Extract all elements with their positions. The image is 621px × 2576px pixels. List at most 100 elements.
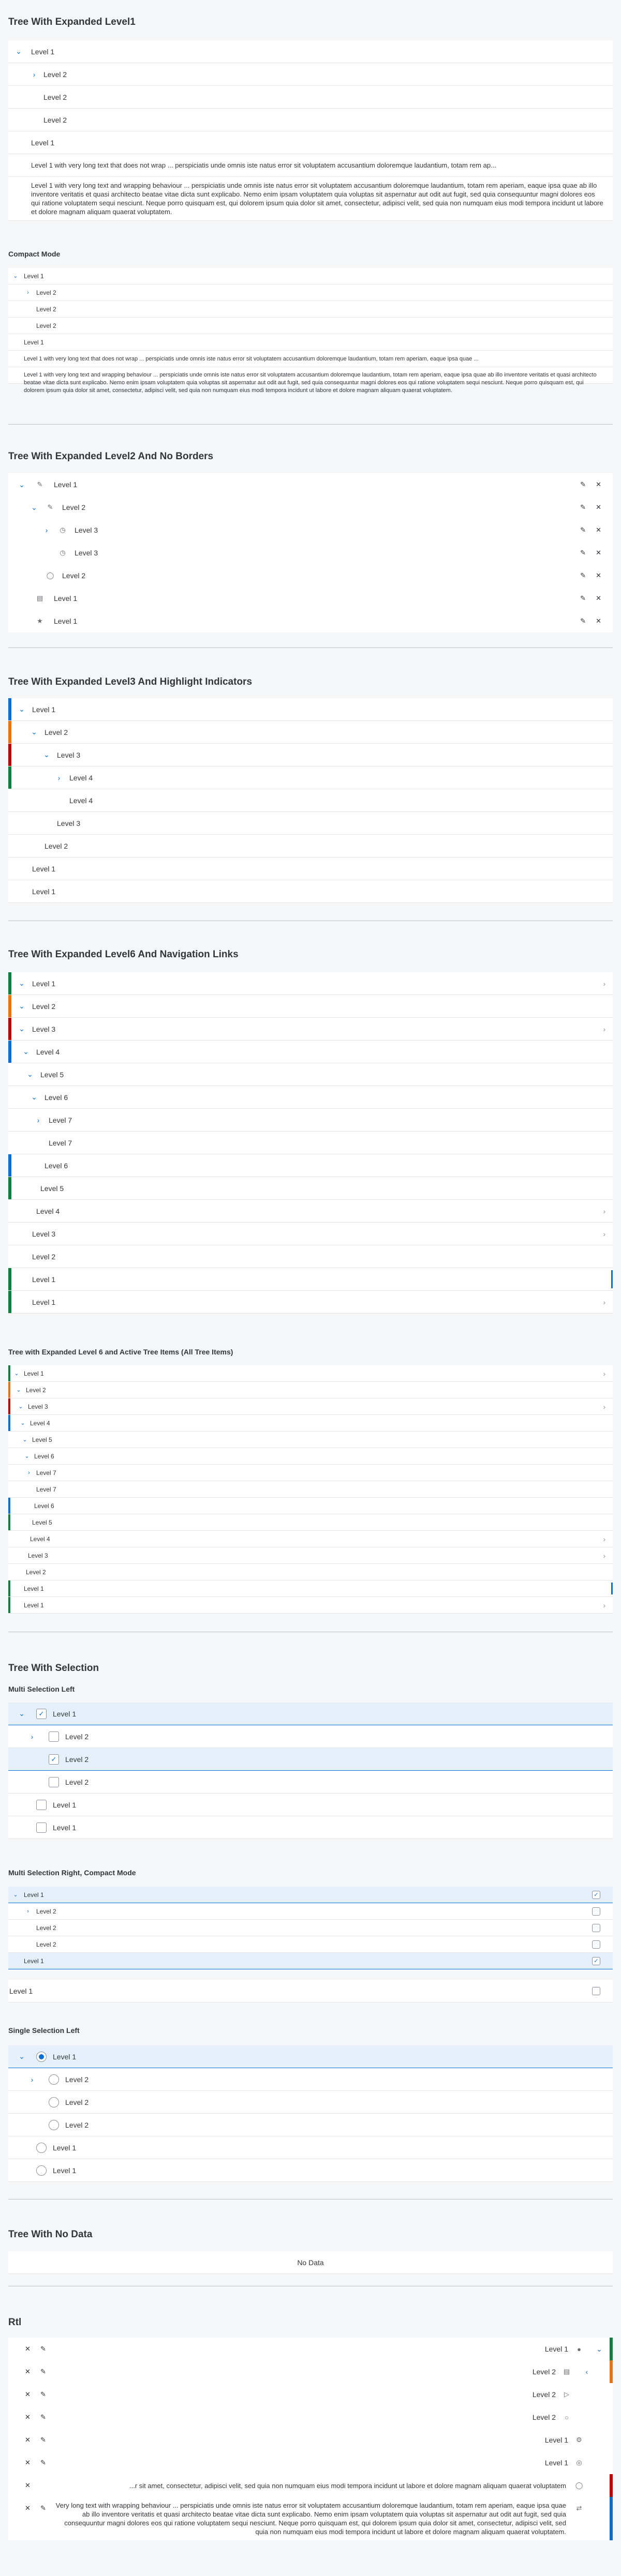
- tree-item[interactable]: Level 7: [8, 1481, 613, 1498]
- tree-item[interactable]: › Level 7: [8, 1465, 613, 1481]
- radio-selected[interactable]: [36, 2051, 47, 2062]
- navigation-arrow-icon[interactable]: ›: [603, 1298, 605, 1306]
- tree-item[interactable]: ⌄ ✓ Level 1: [8, 1703, 613, 1725]
- close-icon[interactable]: ✕: [596, 549, 601, 557]
- tree-item[interactable]: Level 1: [8, 1580, 613, 1597]
- edit-icon[interactable]: ✎: [580, 549, 586, 557]
- edit-icon[interactable]: ✎: [40, 2459, 46, 2467]
- close-icon[interactable]: ✕: [25, 2436, 31, 2444]
- tree-item[interactable]: Level 4 ›: [8, 1200, 613, 1223]
- tree-item[interactable]: ⌄ Level 1: [8, 2045, 613, 2068]
- close-icon[interactable]: ✕: [596, 526, 601, 534]
- tree-item[interactable]: › Level 4: [8, 766, 613, 789]
- tree-item[interactable]: Level 3: [8, 812, 613, 835]
- radio[interactable]: [36, 2165, 47, 2176]
- radio[interactable]: [49, 2119, 59, 2130]
- tree-item[interactable]: Level 1: [8, 334, 613, 351]
- tree-item[interactable]: › ◷ Level 3 ✎ ✕: [8, 519, 613, 541]
- tree-item[interactable]: ⌄ Level 2: [8, 995, 613, 1018]
- tree-item[interactable]: ⌄ ✎ Level 1 ✎ ✕: [8, 473, 613, 496]
- chevron-down-icon[interactable]: ⌄: [593, 2343, 605, 2355]
- chevron-left-icon[interactable]: ‹: [581, 2366, 593, 2378]
- radio[interactable]: [49, 2074, 59, 2085]
- navigation-arrow-icon[interactable]: ›: [603, 980, 605, 988]
- close-icon[interactable]: ✕: [25, 2390, 31, 2399]
- chevron-down-icon[interactable]: ⌄: [28, 501, 40, 514]
- chevron-down-icon[interactable]: ⌄: [12, 1369, 21, 1378]
- tree-item[interactable]: Level 2: [8, 2114, 613, 2136]
- tree-item[interactable]: Level 1: [8, 1816, 613, 1839]
- tree-item[interactable]: Level 2: [8, 2091, 613, 2114]
- tree-item-wrapping[interactable]: Level 1 with very long text and wrapping…: [8, 367, 613, 394]
- tree-item[interactable]: Level 4: [8, 789, 613, 812]
- tree-item[interactable]: Level 1: [8, 1794, 613, 1816]
- tree-item[interactable]: Level 1 ›: [8, 1291, 613, 1314]
- tree-item[interactable]: Level 5: [8, 1514, 613, 1531]
- tree-item-truncated[interactable]: Level 1 with very long text that does no…: [8, 154, 613, 177]
- close-icon[interactable]: ✕: [25, 2368, 31, 2376]
- checkbox[interactable]: [36, 1799, 47, 1810]
- edit-icon[interactable]: ✎: [40, 2436, 46, 2444]
- chevron-right-icon[interactable]: ›: [40, 524, 53, 536]
- tree-item[interactable]: › Level 2: [8, 1725, 613, 1748]
- chevron-down-icon[interactable]: ⌄: [20, 1046, 32, 1058]
- chevron-down-icon[interactable]: ⌄: [16, 1708, 28, 1720]
- navigation-arrow-icon[interactable]: ›: [603, 1551, 605, 1560]
- close-icon[interactable]: ✕: [25, 2481, 31, 2490]
- tree-item[interactable]: Level 1: [8, 1268, 613, 1291]
- chevron-right-icon[interactable]: ›: [32, 1114, 45, 1126]
- tree-item[interactable]: ⌄ Level 1: [8, 40, 613, 63]
- tree-item[interactable]: Level 1: [8, 2136, 613, 2159]
- close-icon[interactable]: ✕: [25, 2459, 31, 2467]
- edit-icon[interactable]: ✎: [580, 480, 586, 489]
- tree-item[interactable]: ⌄ Level 4: [8, 1041, 613, 1063]
- chevron-down-icon[interactable]: ⌄: [11, 272, 20, 280]
- edit-icon[interactable]: ✎: [580, 526, 586, 534]
- close-icon[interactable]: ✕: [25, 2345, 31, 2353]
- tree-item[interactable]: ⌄ Level 6: [8, 1086, 613, 1109]
- tree-item[interactable]: ✕ ✎ Level 2 ▤ ‹: [8, 2360, 613, 2383]
- tree-item-truncated[interactable]: Level 1 with very long text that does no…: [8, 351, 613, 367]
- chevron-right-icon[interactable]: ›: [24, 289, 32, 297]
- edit-icon[interactable]: ✎: [580, 617, 586, 625]
- navigation-arrow-icon[interactable]: ›: [603, 1601, 605, 1609]
- tree-item[interactable]: Level 2: [8, 86, 613, 109]
- close-icon[interactable]: ✕: [596, 617, 601, 625]
- edit-icon[interactable]: ✎: [40, 2345, 46, 2353]
- tree-item[interactable]: Level 5: [8, 1177, 613, 1200]
- tree-item[interactable]: Level 1: [8, 880, 613, 903]
- tree-item[interactable]: ★ Level 1 ✎ ✕: [8, 610, 613, 632]
- checkbox[interactable]: [592, 1940, 600, 1949]
- edit-icon[interactable]: ✎: [40, 2368, 46, 2376]
- chevron-right-icon[interactable]: ›: [25, 1469, 33, 1477]
- tree-item[interactable]: ⌄ Level 3: [8, 744, 613, 766]
- chevron-down-icon[interactable]: ⌄: [11, 1891, 20, 1899]
- tree-item[interactable]: Level 2: [8, 301, 613, 318]
- edit-icon[interactable]: ✎: [580, 594, 586, 602]
- chevron-down-icon[interactable]: ⌄: [12, 46, 25, 58]
- close-icon[interactable]: ✕: [596, 571, 601, 580]
- chevron-right-icon[interactable]: ›: [26, 2073, 38, 2086]
- tree-item[interactable]: ⌄ Level 4: [8, 1415, 613, 1432]
- tree-item-wrapping[interactable]: Level 1 with very long text and wrapping…: [8, 177, 613, 221]
- tree-item[interactable]: Level 4 ›: [8, 1531, 613, 1547]
- tree-item[interactable]: Level 2: [8, 318, 613, 334]
- tree-item[interactable]: ◷ Level 3 ✎ ✕: [8, 541, 613, 564]
- tree-item[interactable]: Level 1: [8, 1980, 613, 2002]
- chevron-down-icon[interactable]: ⌄: [28, 1091, 40, 1104]
- tree-item[interactable]: Level 1: [8, 2159, 613, 2182]
- close-icon[interactable]: ✕: [596, 480, 601, 489]
- close-icon[interactable]: ✕: [25, 2413, 31, 2421]
- chevron-right-icon[interactable]: ›: [28, 68, 40, 81]
- radio[interactable]: [36, 2142, 47, 2153]
- edit-icon[interactable]: ✎: [40, 2390, 46, 2399]
- tree-item[interactable]: Level 2: [8, 1245, 613, 1268]
- tree-item[interactable]: › Level 7: [8, 1109, 613, 1132]
- tree-item-wrapping[interactable]: ✕ ✎ Very long text with wrapping behaviour…: [8, 2497, 613, 2540]
- navigation-arrow-icon[interactable]: ›: [603, 1025, 605, 1033]
- tree-item[interactable]: Level 2: [8, 1920, 613, 1936]
- chevron-down-icon[interactable]: ⌄: [24, 1068, 36, 1081]
- checkbox[interactable]: [592, 1923, 600, 1932]
- checkbox[interactable]: [592, 1907, 600, 1916]
- tree-item[interactable]: Level 1: [8, 131, 613, 154]
